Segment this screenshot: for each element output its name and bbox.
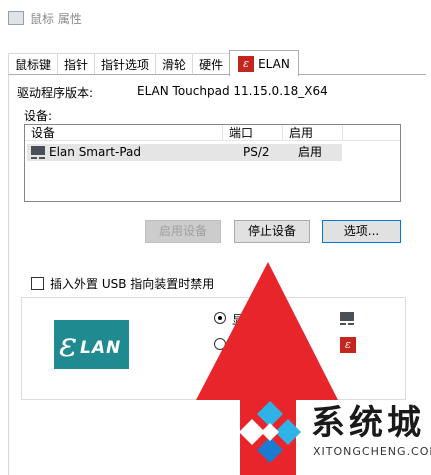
device-port-cell: PS/2 [243,145,270,159]
device-list-header: 设备 端口 启用 [25,125,400,141]
disable-device-button[interactable]: 停止设备 [234,220,310,243]
column-port[interactable]: 端口 [223,125,283,141]
watermark-diamond-icon [239,401,301,463]
tab-buttons[interactable]: 鼠标键 [8,53,59,75]
devices-label: 设备: [24,109,53,123]
driver-version-label: 驱动程序版本: [17,86,94,100]
elan-tab-icon: ε [238,55,255,72]
touchpad-device-icon [31,146,45,159]
tab-pointers[interactable]: 指针 [57,53,96,75]
tab-strip: 鼠标键 指针 指针选项 滑轮 硬件 ε ELAN [8,50,299,76]
window-title: 鼠标 属性 [30,11,82,26]
svg-text:LAN: LAN [80,338,121,358]
usb-disable-checkbox[interactable] [31,277,44,290]
tab-pointer-options[interactable]: 指针选项 [94,53,157,75]
device-name-cell: Elan Smart-Pad [49,145,141,159]
usb-disable-checkbox-row[interactable]: 插入外置 USB 指向装置时禁用 [31,275,214,292]
watermark: 系统城 XITONGCHENG.COM [239,395,431,473]
options-button[interactable]: 选项... [322,220,401,243]
enable-device-button[interactable]: 启用设备 [145,220,221,243]
tab-elan[interactable]: ε ELAN [229,50,299,76]
tab-hardware[interactable]: 硬件 [192,53,231,75]
show-tray-icon-radio[interactable] [214,312,226,324]
driver-version-value: ELAN Touchpad 11.15.0.18_X64 [137,84,328,98]
tray-option-radio-2[interactable] [214,338,226,350]
elan-logo: ε LAN [54,320,129,369]
device-list[interactable]: 设备 端口 启用 Elan Smart-Pad PS/2 启用 [24,124,401,202]
device-enabled-cell: 启用 [298,145,323,159]
column-enabled[interactable]: 启用 [283,125,343,141]
usb-disable-label: 插入外置 USB 指向装置时禁用 [50,277,215,291]
tray-elan-icon: ε [340,337,356,353]
title-bar: 鼠标 属性 [0,0,431,36]
tray-option-radio-3[interactable] [214,366,226,378]
show-tray-icon-label: 显示 [232,313,257,327]
svg-text:ε: ε [59,325,77,365]
watermark-name: 系统城 [311,403,425,443]
tray-touchpad-icon [340,312,354,326]
tab-wheel[interactable]: 滑轮 [155,53,194,75]
column-device[interactable]: 设备 [25,125,223,141]
app-icon [8,11,24,25]
watermark-url: XITONGCHENG.COM [313,445,431,458]
